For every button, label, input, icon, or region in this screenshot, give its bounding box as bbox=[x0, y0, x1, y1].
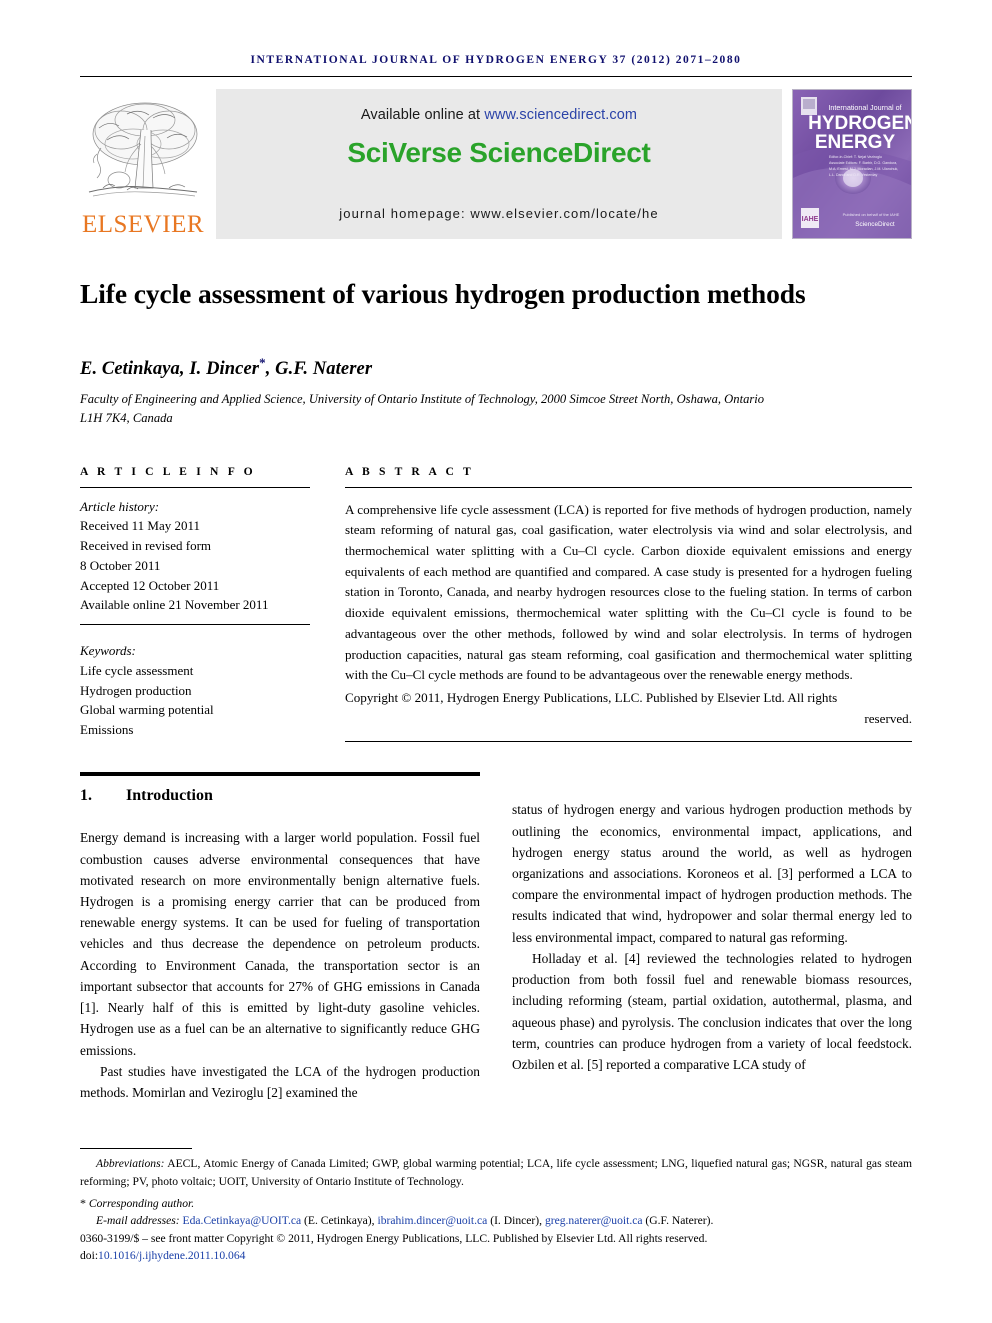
page-title: Life cycle assessment of various hydroge… bbox=[80, 278, 806, 309]
corresponding-author-marker: * bbox=[259, 354, 266, 370]
keyword-item: Hydrogen production bbox=[80, 682, 192, 698]
body-column-left: 1. Introduction Energy demand is increas… bbox=[80, 772, 480, 1103]
paragraph: status of hydrogen energy and various hy… bbox=[512, 802, 912, 945]
authors-secondary: , G.F. Naterer bbox=[265, 358, 373, 379]
keyword-item: Life cycle assessment bbox=[80, 662, 194, 678]
svg-text:L.L. Dandi and D.R. Yesterday: L.L. Dandi and D.R. Yesterday bbox=[829, 173, 878, 177]
journal-cover-thumbnail: International Journal of HYDROGEN ENERGY… bbox=[792, 89, 912, 239]
svg-text:Editor-in-Chief: T. Nejat Vezi: Editor-in-Chief: T. Nejat Veziroglu bbox=[829, 155, 882, 159]
section-heading: 1. Introduction bbox=[80, 787, 480, 805]
header-divider bbox=[80, 76, 912, 77]
column-top-spacer bbox=[512, 772, 912, 799]
email-link[interactable]: greg.naterer@uoit.ca bbox=[545, 1214, 643, 1227]
sciverse-sciencedirect-logo: SciVerse ScienceDirect bbox=[347, 137, 651, 168]
corresponding-author-text: Corresponding author. bbox=[88, 1196, 195, 1210]
keyword-item: Global warming potential bbox=[80, 702, 214, 718]
email-owner: (E. Cetinkaya), bbox=[301, 1214, 378, 1228]
abstract-column: A B S T R A C T A comprehensive life cyc… bbox=[345, 465, 912, 743]
abbreviations-label: Abbreviations: bbox=[96, 1157, 165, 1171]
email-owner: (I. Dincer), bbox=[487, 1214, 545, 1228]
copyright-text: Copyright © 2011, Hydrogen Energy Public… bbox=[345, 689, 838, 705]
svg-text:IAHE: IAHE bbox=[802, 216, 819, 223]
svg-text:International Journal of: International Journal of bbox=[828, 103, 901, 112]
svg-text:Associate Editors: F. Barbir,: Associate Editors: F. Barbir, D.G. Gandu… bbox=[829, 161, 897, 165]
section-name: Introduction bbox=[126, 787, 213, 805]
running-head: INTERNATIONAL JOURNAL OF HYDROGEN ENERGY… bbox=[250, 54, 742, 66]
article-history-label: Article history: bbox=[80, 498, 160, 514]
article-history: Article history: Received 11 May 2011 Re… bbox=[80, 497, 310, 616]
authors-primary: E. Cetinkaya, I. Dincer bbox=[80, 358, 260, 379]
affiliation: Faculty of Engineering and Applied Scien… bbox=[80, 391, 765, 426]
elsevier-logo: ELSEVIER bbox=[80, 89, 206, 239]
abstract-bottom-divider bbox=[345, 741, 912, 743]
paragraph: Past studies have investigated the LCA o… bbox=[80, 1063, 480, 1101]
issn-copyright-line: 0360-3199/$ – see front matter Copyright… bbox=[80, 1231, 708, 1245]
elsevier-wordmark: ELSEVIER bbox=[81, 211, 205, 238]
history-item: Accepted 12 October 2011 bbox=[80, 577, 220, 593]
doi-link[interactable]: 10.1016/j.ijhydene.2011.10.064 bbox=[98, 1249, 245, 1262]
footnote-divider bbox=[80, 1148, 192, 1150]
email-link[interactable]: Eda.Cetinkaya@UOIT.ca bbox=[183, 1214, 302, 1227]
keywords-list: Keywords: Life cycle assessment Hydrogen… bbox=[80, 641, 310, 740]
author-list: E. Cetinkaya, I. Dincer*, G.F. Naterer bbox=[80, 355, 912, 380]
keyword-item: Emissions bbox=[80, 722, 134, 738]
article-info-column: A R T I C L E I N F O Article history: R… bbox=[80, 465, 310, 743]
masthead: ELSEVIER Available online at www.science… bbox=[80, 89, 912, 239]
corresponding-author-note: * Corresponding author. bbox=[80, 1194, 912, 1213]
paragraph: Energy demand is increasing with a large… bbox=[80, 830, 480, 1058]
body-column-right: status of hydrogen energy and various hy… bbox=[512, 772, 912, 1103]
sciencedirect-banner: Available online at www.sciencedirect.co… bbox=[216, 89, 782, 239]
doi-line: doi:10.1016/j.ijhydene.2011.10.064 bbox=[80, 1247, 912, 1265]
doi-label: doi: bbox=[80, 1249, 99, 1263]
section-rule bbox=[80, 772, 480, 777]
footnotes: Abbreviations: AECL, Atomic Energy of Ca… bbox=[80, 1148, 912, 1265]
svg-text:HYDROGEN: HYDROGEN bbox=[808, 113, 912, 134]
body-columns: 1. Introduction Energy demand is increas… bbox=[80, 772, 912, 1103]
abbreviations-text: AECL, Atomic Energy of Canada Limited; G… bbox=[80, 1157, 912, 1188]
abbreviations-note: Abbreviations: AECL, Atomic Energy of Ca… bbox=[80, 1155, 912, 1190]
svg-text:Published on behalf of the IAH: Published on behalf of the IAHE bbox=[843, 212, 900, 217]
keywords-divider bbox=[80, 624, 310, 626]
svg-text:ENERGY: ENERGY bbox=[815, 132, 896, 153]
email-owner: (G.F. Naterer). bbox=[642, 1214, 714, 1228]
abstract-divider bbox=[345, 486, 912, 488]
available-online-prefix: Available online at bbox=[360, 107, 485, 123]
keywords-label: Keywords: bbox=[80, 643, 136, 659]
asterisk-icon: * bbox=[80, 1195, 86, 1210]
elsevier-tree-icon bbox=[83, 96, 203, 210]
history-item: Available online 21 November 2011 bbox=[80, 597, 269, 613]
copyright-reserved: reserved. bbox=[864, 710, 912, 726]
email-addresses-note: E-mail addresses: Eda.Cetinkaya@UOIT.ca … bbox=[80, 1212, 912, 1230]
svg-text:M.A. Ernest, M.J. Moradian, J.: M.A. Ernest, M.J. Moradian, J.M. Ulanchu… bbox=[829, 167, 898, 171]
available-online-line: Available online at www.sciencedirect.co… bbox=[361, 107, 637, 123]
svg-text:ScienceDirect: ScienceDirect bbox=[855, 221, 895, 228]
email-addresses-label: E-mail addresses: bbox=[96, 1214, 180, 1228]
email-link[interactable]: ibrahim.dincer@uoit.ca bbox=[377, 1214, 487, 1227]
abstract-copyright: Copyright © 2011, Hydrogen Energy Public… bbox=[345, 688, 912, 729]
abstract-body: A comprehensive life cycle assessment (L… bbox=[345, 501, 912, 683]
journal-homepage-line[interactable]: journal homepage: www.elsevier.com/locat… bbox=[216, 206, 782, 221]
history-item: 8 October 2011 bbox=[80, 557, 161, 573]
history-item: Received in revised form bbox=[80, 538, 212, 554]
abstract-heading: A B S T R A C T bbox=[345, 464, 474, 478]
section-number: 1. bbox=[80, 787, 92, 805]
article-info-divider bbox=[80, 486, 310, 488]
sciencedirect-url[interactable]: www.sciencedirect.com bbox=[484, 107, 637, 123]
article-info-heading: A R T I C L E I N F O bbox=[80, 464, 256, 478]
info-abstract-block: A R T I C L E I N F O Article history: R… bbox=[80, 465, 912, 743]
paragraph: Holladay et al. [4] reviewed the technol… bbox=[512, 950, 912, 1073]
journal-article-page: INTERNATIONAL JOURNAL OF HYDROGEN ENERGY… bbox=[0, 0, 992, 1323]
history-item: Received 11 May 2011 bbox=[80, 518, 200, 534]
